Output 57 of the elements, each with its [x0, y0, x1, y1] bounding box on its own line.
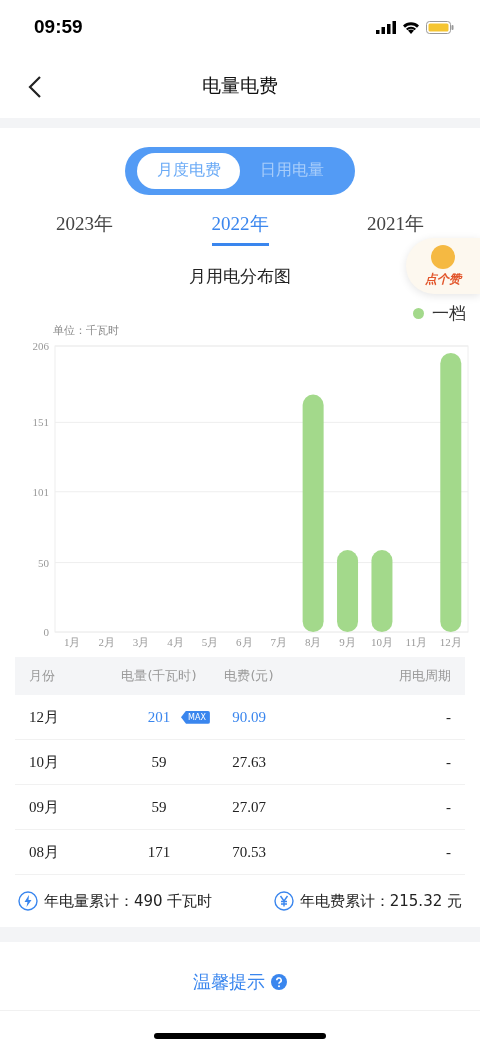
axis-tick-label: 101	[32, 485, 49, 498]
axis-tick-label: 151	[32, 416, 49, 429]
table-cell-text: 70.53	[231, 843, 267, 861]
page-title: 电量电费	[202, 73, 278, 99]
column-header: 月份	[29, 667, 56, 686]
battery-icon	[426, 20, 454, 34]
table-cell: 59	[151, 798, 167, 816]
table-cell-text: 08月	[29, 842, 60, 862]
tip-link[interactable]: 温馨提示	[193, 970, 265, 995]
axis-tick-label: 0	[43, 625, 49, 638]
column-header: 用电周期	[398, 667, 451, 686]
signal-icon	[376, 20, 396, 34]
table-cell-text: -	[445, 753, 451, 771]
table-cell-text: 12月	[29, 707, 60, 727]
axis-category-label: 3月	[132, 635, 150, 648]
table-cell-text: -	[445, 798, 451, 816]
table-cell-text: 90.09	[231, 708, 267, 726]
table-cell: 59	[151, 753, 167, 771]
table-cell: 201	[147, 708, 171, 726]
mode-tab[interactable]: 月度电费	[137, 152, 240, 189]
table-cell-text: 27.63	[231, 753, 267, 771]
total-label: 年电量累计：490 千瓦时	[44, 891, 213, 911]
wifi-icon	[402, 20, 420, 34]
axis-category-label: 7月	[270, 635, 287, 648]
table-cell-text: -	[445, 708, 451, 726]
table-cell: 171	[147, 843, 171, 861]
year-tab[interactable]: 2022年	[211, 210, 269, 246]
legend-label: 一档	[432, 301, 466, 325]
unit-label: 单位：千瓦时	[53, 322, 119, 338]
lightning-icon	[18, 891, 38, 912]
axis-category-label: 9月	[339, 635, 356, 648]
axis-category-label: 4月	[167, 635, 184, 648]
axis-category-label: 8月	[304, 635, 322, 648]
axis-category-label: 5月	[201, 635, 219, 648]
yuan-icon	[273, 891, 294, 912]
axis-category-label: 11月	[405, 635, 428, 648]
chart-title: 月用电分布图	[189, 264, 291, 288]
max-tag: MAX	[181, 710, 210, 724]
axis-category-label: 1月	[63, 635, 81, 648]
column-header: 电量(千瓦时)	[120, 667, 198, 686]
table-cell-text: -	[445, 843, 451, 861]
axis-tick-label: 50	[38, 556, 49, 569]
year-tab[interactable]: 2023年	[56, 210, 113, 246]
table-cell-text: 09月	[29, 797, 60, 817]
axis-category-label: 2月	[98, 635, 115, 648]
help-icon[interactable]	[271, 974, 287, 991]
like-badge[interactable]: 点个赞	[406, 238, 480, 294]
axis-tick-label: 206	[32, 339, 49, 352]
axis-category-label: 12月	[439, 635, 462, 648]
total-label: 年电费累计：215.32 元	[299, 891, 462, 911]
status-time: 09:59	[34, 16, 83, 39]
back-icon[interactable]	[28, 74, 42, 99]
table-cell-text: 27.07	[231, 798, 267, 816]
column-header: 电费(元)	[223, 667, 275, 686]
axis-category-label: 6月	[236, 635, 253, 648]
axis-category-label: 10月	[370, 635, 393, 648]
table-cell-text: 10月	[29, 752, 60, 772]
